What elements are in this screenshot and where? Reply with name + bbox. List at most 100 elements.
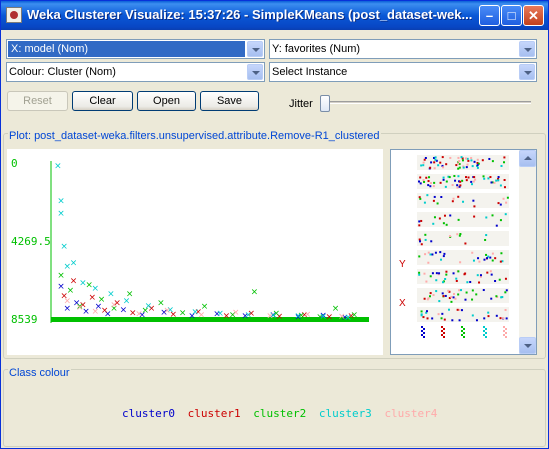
- legend-cluster3[interactable]: cluster3: [319, 407, 372, 420]
- data-point-cluster4[interactable]: ×: [63, 297, 71, 307]
- data-point-cluster3[interactable]: ×: [319, 312, 327, 322]
- reset-button[interactable]: Reset: [7, 91, 68, 111]
- attribute-bar-dot: [420, 164, 423, 167]
- attribute-bar-dot: [485, 332, 487, 334]
- data-point-cluster2[interactable]: ×: [98, 295, 106, 305]
- attribute-bar[interactable]: [417, 231, 509, 246]
- data-point-cluster3[interactable]: ×: [294, 312, 302, 322]
- x-axis-select[interactable]: X: model (Nom): [6, 39, 265, 59]
- data-point-cluster2[interactable]: ×: [179, 309, 187, 319]
- attribute-bar-dot: [442, 166, 445, 169]
- data-point-cluster3[interactable]: ×: [57, 209, 65, 219]
- jitter-slider-track[interactable]: [326, 101, 531, 104]
- scroll-up-icon[interactable]: [519, 150, 536, 167]
- attribute-bar-dot: [452, 296, 455, 299]
- data-point-cluster4[interactable]: ×: [76, 303, 84, 313]
- data-point-cluster2[interactable]: ×: [251, 288, 259, 298]
- attribute-bar-dot: [459, 184, 462, 187]
- attribute-bar-dot: [475, 293, 478, 296]
- attribute-bars-svg[interactable]: Y X: [391, 150, 538, 356]
- data-point-cluster1[interactable]: ×: [101, 306, 109, 316]
- data-point-cluster4[interactable]: ×: [92, 307, 100, 317]
- select-instance-select[interactable]: Select Instance: [269, 62, 537, 82]
- legend-cluster4[interactable]: cluster4: [384, 407, 437, 420]
- minimize-button[interactable]: –: [479, 5, 500, 26]
- attribute-scrollbar[interactable]: [519, 150, 536, 354]
- maximize-button[interactable]: □: [501, 5, 522, 26]
- attribute-bar-dot: [499, 184, 502, 187]
- data-point-cluster4[interactable]: ×: [163, 306, 171, 316]
- data-point-cluster3[interactable]: ×: [79, 278, 87, 288]
- attribute-bar-dot: [471, 314, 474, 317]
- title-bar[interactable]: Weka Clusterer Visualize: 15:37:26 - Sim…: [1, 1, 548, 30]
- save-button[interactable]: Save: [200, 91, 259, 111]
- attribute-bar-dot: [458, 319, 461, 322]
- open-button[interactable]: Open: [137, 91, 196, 111]
- close-button[interactable]: ✕: [523, 5, 544, 26]
- chevron-down-icon[interactable]: [247, 64, 263, 80]
- data-point-cluster3[interactable]: ×: [57, 196, 65, 206]
- attribute-bar-dot: [473, 176, 476, 179]
- attribute-bar-dot: [495, 314, 498, 317]
- data-point-cluster3[interactable]: ×: [107, 289, 115, 299]
- data-point-cluster3[interactable]: ×: [60, 242, 68, 252]
- attribute-bar-dot: [445, 270, 448, 273]
- attribute-bar-dot: [476, 164, 479, 167]
- data-point-cluster3[interactable]: ×: [123, 297, 131, 307]
- scatter-plot[interactable]: 8539 4269.5 0 × × × × × × × × × × × × × × × × × × × × × × × × × × × ×…: [7, 149, 383, 355]
- attribute-bar[interactable]: [417, 212, 509, 227]
- y-tick-label: 4269.5: [11, 235, 51, 248]
- attribute-bar-dot: [461, 330, 463, 332]
- data-point-cluster4[interactable]: ×: [198, 310, 206, 320]
- attribute-bar-dot: [435, 290, 438, 293]
- legend-cluster0[interactable]: cluster0: [122, 407, 175, 420]
- data-point-cluster1[interactable]: ×: [88, 293, 96, 303]
- data-point-cluster4[interactable]: ×: [266, 311, 274, 321]
- attribute-bar-dot: [498, 278, 501, 281]
- attribute-bar-dot: [494, 257, 497, 260]
- chevron-down-icon[interactable]: [519, 64, 535, 80]
- attribute-bar-dot: [423, 272, 426, 275]
- attribute-bar-dot: [485, 328, 487, 330]
- data-point-cluster3[interactable]: ×: [70, 258, 78, 268]
- attribute-bar-dot: [467, 159, 470, 162]
- legend-cluster2[interactable]: cluster2: [253, 407, 306, 420]
- data-point-cluster4[interactable]: ×: [338, 312, 346, 322]
- data-point-cluster2[interactable]: ×: [67, 286, 75, 296]
- data-point-cluster3[interactable]: ×: [145, 301, 153, 311]
- attribute-bar-dot: [474, 178, 477, 181]
- attribute-bar-dot: [460, 156, 463, 159]
- attribute-bar-dot: [426, 298, 429, 301]
- chevron-down-icon[interactable]: [247, 41, 263, 57]
- data-point-cluster3[interactable]: ×: [54, 162, 62, 172]
- data-point-cluster4[interactable]: ×: [110, 300, 118, 310]
- attribute-bar-dot: [448, 235, 451, 238]
- attribute-bar[interactable]: [417, 193, 509, 208]
- attribute-bar-dot: [423, 201, 426, 204]
- colour-select[interactable]: Colour: Cluster (Nom): [6, 62, 265, 82]
- attribute-bar-dot: [418, 224, 421, 227]
- attribute-bars-panel[interactable]: Y X: [390, 149, 537, 355]
- scatter-plot-svg[interactable]: 85394269.50 ×××× ×× × × × × × × × × × ×××××××× ×× × × ×…: [7, 149, 383, 355]
- data-point-cluster3[interactable]: ×: [244, 310, 252, 320]
- attribute-bar-dot: [441, 330, 443, 332]
- data-point-cluster3[interactable]: ×: [216, 309, 224, 319]
- clear-button[interactable]: Clear: [72, 91, 133, 111]
- attribute-bar[interactable]: [417, 307, 509, 322]
- attribute-bar-dot: [502, 197, 505, 200]
- attribute-bar-dot: [433, 167, 436, 170]
- data-point-cluster2[interactable]: ×: [57, 271, 65, 281]
- legend-cluster1[interactable]: cluster1: [188, 407, 241, 420]
- attribute-bar-dot: [479, 274, 482, 277]
- scroll-down-icon[interactable]: [519, 337, 536, 354]
- attribute-bar-dot: [483, 334, 485, 336]
- data-point-cluster4[interactable]: ×: [135, 310, 143, 320]
- data-point-cluster3[interactable]: ×: [92, 284, 100, 294]
- y-axis-select[interactable]: Y: favorites (Num): [269, 39, 537, 59]
- chevron-down-icon[interactable]: [519, 41, 535, 57]
- data-point-cluster4[interactable]: ×: [232, 308, 240, 318]
- attribute-bar-dot: [445, 273, 448, 276]
- attribute-bar-dot: [456, 233, 459, 236]
- jitter-slider-handle[interactable]: [320, 95, 330, 112]
- data-point-cluster4[interactable]: ×: [304, 310, 312, 320]
